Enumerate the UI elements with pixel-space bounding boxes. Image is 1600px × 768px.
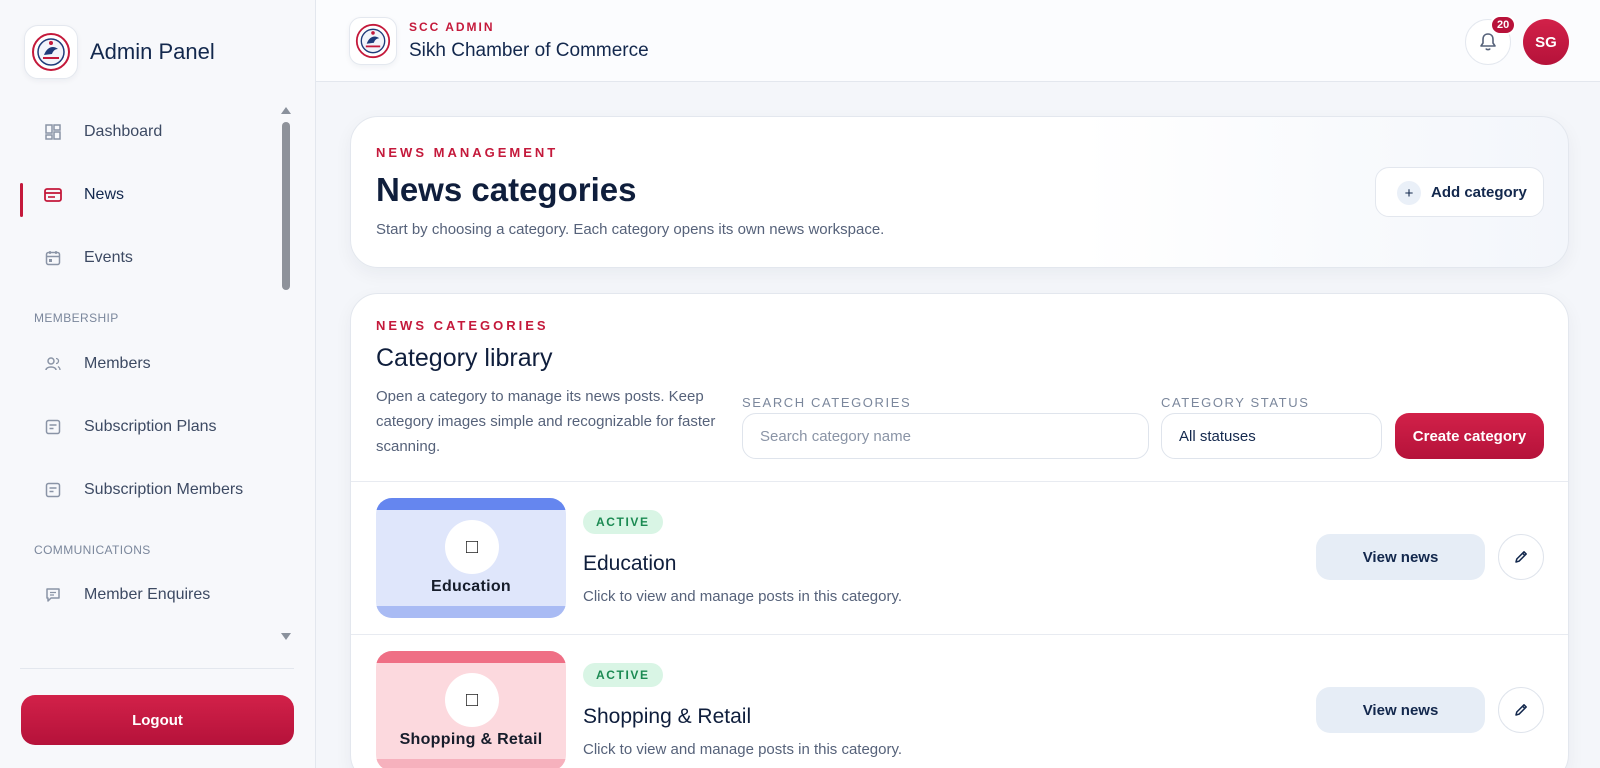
sidebar-item-label: Events [84, 249, 133, 266]
sidebar-item-label: News [84, 186, 125, 203]
category-glyph-icon: □ [445, 520, 499, 574]
sidebar-item-label: Subscription Members [84, 481, 244, 498]
sidebar-item-subscription-members[interactable]: Subscription Members [20, 466, 270, 514]
news-management-card: NEWS MANAGEMENT News categories Start by… [350, 116, 1569, 268]
category-row[interactable]: □ Shopping & Retail ACTIVE Shopping & Re… [351, 634, 1568, 768]
page-title: News categories [376, 171, 637, 208]
add-category-button[interactable]: + Add category [1375, 167, 1544, 217]
sidebar-item-label: Subscription Plans [84, 418, 217, 435]
sidebar-item-news[interactable]: News [20, 171, 270, 219]
library-eyebrow: NEWS CATEGORIES [376, 318, 549, 333]
document-icon [44, 418, 62, 436]
dashboard-icon [44, 123, 62, 141]
sidebar-item-label: Members [84, 355, 151, 372]
topbar-title: Sikh Chamber of Commerce [409, 40, 649, 61]
category-library-card: NEWS CATEGORIES Category library Open a … [350, 293, 1569, 768]
topbar-eyebrow: SCC ADMIN [409, 20, 495, 34]
view-news-button[interactable]: View news [1316, 687, 1485, 733]
topbar: SCC ADMIN Sikh Chamber of Commerce 20 SG [316, 0, 1600, 82]
scroll-thumb[interactable] [282, 122, 290, 290]
chat-icon [44, 586, 62, 604]
brand-title: Admin Panel [90, 39, 215, 64]
document-icon [44, 481, 62, 499]
thumbnail-bottom-bar [376, 759, 566, 768]
category-name[interactable]: Education [583, 552, 676, 576]
edit-category-button[interactable] [1498, 687, 1544, 733]
thumbnail-bottom-bar [376, 606, 566, 618]
hero-eyebrow: NEWS MANAGEMENT [376, 145, 559, 160]
category-description: Click to view and manage posts in this c… [583, 741, 903, 758]
avatar[interactable]: SG [1523, 19, 1569, 65]
search-input[interactable] [742, 413, 1149, 459]
logout-button[interactable]: Logout [21, 695, 294, 745]
bell-icon [1480, 33, 1496, 51]
category-row[interactable]: □ Education ACTIVE Education Click to vi… [351, 481, 1568, 634]
scroll-up-arrow-icon[interactable] [281, 107, 291, 114]
section-membership: MEMBERSHIP [34, 311, 119, 325]
logo [24, 25, 78, 79]
thumbnail-label: Education [430, 578, 512, 595]
topbar-logo[interactable] [349, 17, 397, 65]
plus-icon: + [1397, 181, 1421, 205]
news-icon [44, 186, 62, 204]
sidebar-nav: Dashboard News Events MEMBERSHIP Members [0, 100, 278, 640]
pencil-icon [1515, 551, 1527, 563]
notification-count-badge: 20 [1490, 15, 1517, 35]
category-name[interactable]: Shopping & Retail [583, 705, 751, 729]
status-select-value: All statuses [1179, 427, 1256, 445]
search-label: SEARCH CATEGORIES [742, 395, 912, 410]
brand[interactable]: Admin Panel [24, 25, 215, 79]
category-thumbnail[interactable]: □ Shopping & Retail [376, 651, 566, 768]
category-description: Click to view and manage posts in this c… [583, 588, 903, 605]
thumbnail-top-bar [376, 651, 566, 663]
status-select[interactable]: All statuses [1161, 413, 1382, 459]
scroll-down-arrow-icon[interactable] [281, 633, 291, 640]
thumbnail-top-bar [376, 498, 566, 510]
thumbnail-label: Shopping & Retail [399, 731, 543, 748]
section-communications: COMMUNICATIONS [34, 543, 151, 557]
sidebar-item-label: Dashboard [84, 123, 163, 140]
pencil-icon [1515, 704, 1527, 716]
library-description: Open a category to manage its news posts… [376, 388, 716, 455]
sidebar-item-label: Member Enquires [84, 586, 211, 603]
add-category-label: Add category [1431, 184, 1527, 201]
view-news-button[interactable]: View news [1316, 534, 1485, 580]
sidebar-item-subscription-plans[interactable]: Subscription Plans [20, 403, 270, 451]
status-label: CATEGORY STATUS [1161, 395, 1310, 410]
sidebar-item-events[interactable]: Events [20, 234, 270, 282]
sidebar-item-members[interactable]: Members [20, 340, 270, 388]
sidebar-item-dashboard[interactable]: Dashboard [20, 108, 270, 156]
create-category-button[interactable]: Create category [1395, 413, 1544, 459]
sidebar-divider [20, 668, 294, 669]
status-badge: ACTIVE [583, 663, 663, 687]
category-thumbnail[interactable]: □ Education [376, 498, 566, 618]
category-glyph-icon: □ [445, 673, 499, 727]
chamber-logo-icon [32, 33, 70, 71]
users-icon [44, 355, 62, 373]
sidebar-scrollbar[interactable] [278, 104, 294, 642]
sidebar-item-member-enquires[interactable]: Member Enquires [20, 571, 270, 619]
edit-category-button[interactable] [1498, 534, 1544, 580]
sidebar: Admin Panel Dashboard News Events MEMBER… [0, 0, 316, 768]
calendar-icon [44, 249, 62, 267]
page-subtitle: Start by choosing a category. Each categ… [376, 221, 885, 238]
library-title: Category library [376, 344, 553, 372]
status-badge: ACTIVE [583, 510, 663, 534]
chamber-logo-icon [355, 23, 391, 59]
